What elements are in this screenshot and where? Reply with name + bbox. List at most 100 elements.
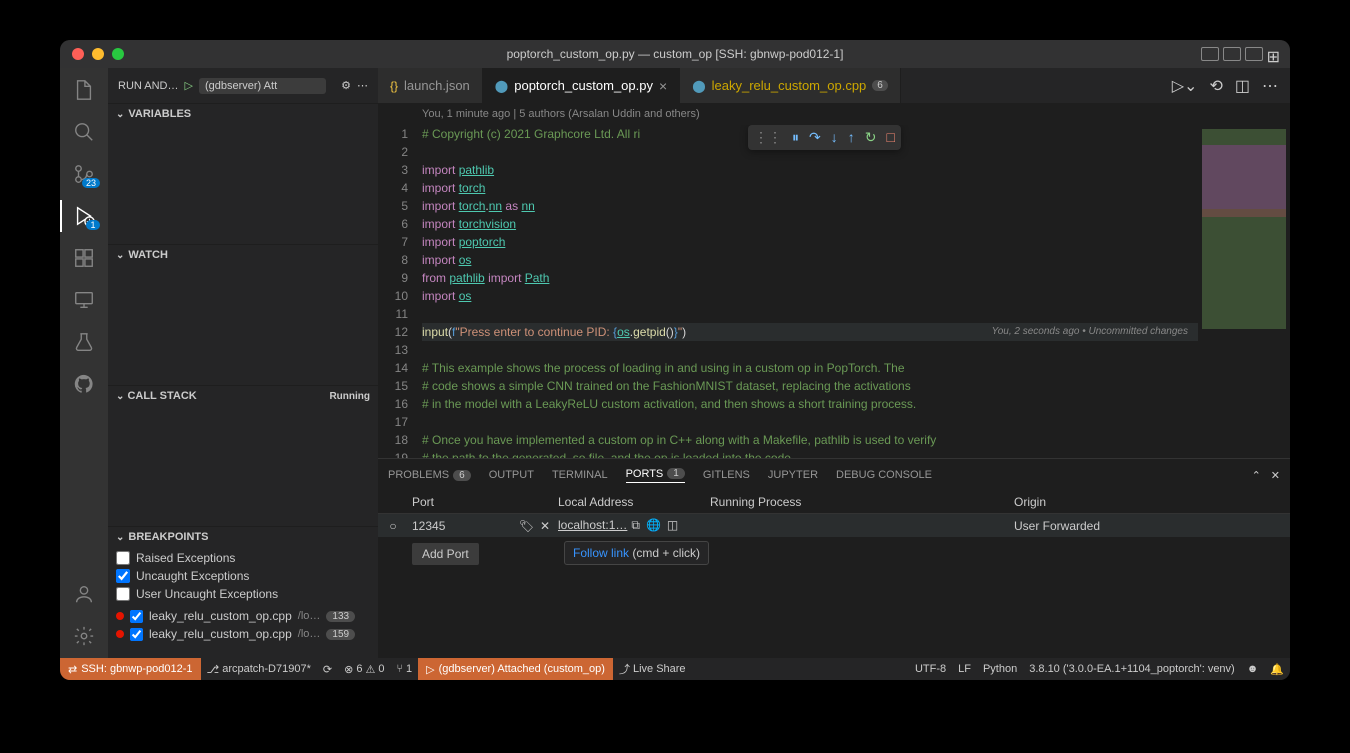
- tab-debug-console[interactable]: DEBUG CONSOLE: [836, 469, 932, 481]
- file-icon: {}: [390, 79, 398, 93]
- status-interpreter[interactable]: 3.8.10 ('3.0.0-EA.1+1104_poptorch': venv…: [1023, 663, 1241, 676]
- callstack-header[interactable]: ⌄ CALL STACK Running: [108, 386, 378, 406]
- breakpoint-check[interactable]: User Uncaught Exceptions: [108, 585, 378, 603]
- breakpoint-item[interactable]: leaky_relu_custom_op.cpp/lo…159: [108, 625, 378, 643]
- add-port-button[interactable]: Add Port: [412, 543, 479, 565]
- search-icon[interactable]: [72, 120, 96, 144]
- step-over-icon[interactable]: ↷: [809, 129, 821, 146]
- stop-icon[interactable]: □: [886, 129, 894, 146]
- status-debug[interactable]: ▷(gdbserver) Attached (custom_op): [418, 658, 613, 680]
- status-forks[interactable]: ⑂1: [390, 663, 418, 675]
- label-icon[interactable]: 🏷: [519, 519, 534, 533]
- settings-gear-icon[interactable]: [72, 624, 96, 648]
- status-feedback-icon[interactable]: ☻: [1241, 663, 1265, 676]
- col-port: Port: [408, 495, 558, 509]
- tab-problems[interactable]: PROBLEMS6: [388, 469, 471, 481]
- status-remote[interactable]: ⇄SSH: gbnwp-pod012-1: [60, 658, 201, 680]
- drag-handle-icon[interactable]: ⋮⋮: [754, 129, 782, 146]
- tab-ports[interactable]: PORTS1: [626, 468, 685, 483]
- split-editor-icon[interactable]: ◫: [1235, 76, 1250, 96]
- watch-header[interactable]: ⌄WATCH: [108, 245, 378, 265]
- layout-controls: ⊞: [1201, 47, 1280, 61]
- checkbox[interactable]: [116, 551, 130, 565]
- diff-icon[interactable]: ⟲: [1209, 76, 1222, 96]
- zoom-window-icon[interactable]: [112, 48, 124, 60]
- sidebar-header: RUN AND… ▷ (gdbserver) Att ⌄ ⚙ ⋯: [108, 68, 378, 103]
- checkbox[interactable]: [116, 569, 130, 583]
- gear-icon[interactable]: ⚙: [341, 79, 351, 92]
- fork-icon: ⑂: [396, 663, 403, 675]
- breakpoint-check[interactable]: Uncaught Exceptions: [108, 567, 378, 585]
- github-icon[interactable]: [72, 372, 96, 396]
- close-window-icon[interactable]: [72, 48, 84, 60]
- tab-output[interactable]: OUTPUT: [489, 469, 534, 481]
- extensions-icon[interactable]: [72, 246, 96, 270]
- tab-gitlens[interactable]: GITLENS: [703, 469, 750, 481]
- remove-port-icon[interactable]: ✕: [540, 519, 550, 533]
- callstack-state: Running: [329, 391, 370, 402]
- layout-sidebar-right-icon[interactable]: [1245, 47, 1263, 61]
- globe-icon[interactable]: 🌐: [646, 518, 661, 533]
- minimap[interactable]: [1198, 125, 1290, 458]
- layout-panel-icon[interactable]: [1223, 47, 1241, 61]
- status-eol[interactable]: LF: [952, 663, 977, 676]
- checkbox[interactable]: [130, 628, 143, 641]
- editor-area: {}launch.json⬤poptorch_custom_op.py×⬤lea…: [378, 68, 1290, 658]
- status-bell-icon[interactable]: 🔔: [1264, 663, 1290, 676]
- col-origin: Origin: [1014, 495, 1290, 509]
- status-lang[interactable]: Python: [977, 663, 1023, 676]
- run-debug-icon[interactable]: 1: [72, 204, 96, 228]
- status-branch[interactable]: ⎇arcpatch-D71907*: [201, 663, 317, 676]
- run-dropdown-icon[interactable]: ▷⌄: [1172, 76, 1198, 96]
- debug-config-select[interactable]: (gdbserver) Att: [199, 78, 326, 94]
- layout-customize-icon[interactable]: ⊞: [1267, 47, 1280, 61]
- checkbox[interactable]: [116, 587, 130, 601]
- col-proc: Running Process: [710, 495, 1014, 509]
- titlebar: poptorch_custom_op.py — custom_op [SSH: …: [60, 40, 1290, 68]
- layout-sidebar-left-icon[interactable]: [1201, 47, 1219, 61]
- editor-tab[interactable]: ⬤poptorch_custom_op.py×: [483, 68, 680, 103]
- editor-tab[interactable]: ⬤leaky_relu_custom_op.cpp6: [680, 68, 901, 103]
- copy-icon[interactable]: ⧉: [631, 518, 640, 533]
- local-address-link[interactable]: localhost:1…: [558, 518, 627, 532]
- start-debug-icon[interactable]: ▷: [185, 79, 193, 92]
- debug-toolbar: ⋮⋮ ⏸ ↷ ↓ ↑ ↻ □: [748, 125, 901, 150]
- source-control-icon[interactable]: 23: [72, 162, 96, 186]
- checkbox[interactable]: [130, 610, 143, 623]
- breakpoint-item[interactable]: leaky_relu_custom_op.cpp/lo…133: [108, 607, 378, 625]
- close-tab-icon[interactable]: ×: [659, 78, 667, 94]
- tab-jupyter[interactable]: JUPYTER: [768, 469, 818, 481]
- status-live-share[interactable]: ⤴Live Share: [613, 661, 692, 677]
- status-errors[interactable]: ⊗6 ⚠0: [338, 663, 390, 676]
- tab-terminal[interactable]: TERMINAL: [552, 469, 608, 481]
- explorer-icon[interactable]: [72, 78, 96, 102]
- port-row[interactable]: ○ 12345🏷✕ localhost:1…⧉🌐◫ User Forwarded: [378, 514, 1290, 537]
- testing-icon[interactable]: [72, 330, 96, 354]
- breakpoint-check[interactable]: Raised Exceptions: [108, 549, 378, 567]
- maximize-panel-icon[interactable]: ⌃: [1252, 469, 1261, 482]
- preview-icon[interactable]: ◫: [667, 518, 678, 533]
- accounts-icon[interactable]: [72, 582, 96, 606]
- step-into-icon[interactable]: ↓: [831, 129, 838, 146]
- file-icon: ⬤: [495, 79, 508, 93]
- editor-tab[interactable]: {}launch.json: [378, 68, 483, 103]
- restart-icon[interactable]: ↻: [865, 129, 877, 146]
- more-actions-icon[interactable]: ⋯: [1262, 76, 1278, 96]
- pause-icon[interactable]: ⏸: [792, 129, 799, 146]
- status-encoding[interactable]: UTF-8: [909, 663, 952, 676]
- debug-badge: 1: [86, 220, 100, 230]
- debug-icon: ▷: [426, 663, 434, 676]
- sync-icon: ⟳: [323, 663, 332, 676]
- code-editor[interactable]: ⋮⋮ ⏸ ↷ ↓ ↑ ↻ □ 1234567891011121314151617…: [378, 125, 1290, 458]
- minimize-window-icon[interactable]: [92, 48, 104, 60]
- more-icon[interactable]: ⋯: [357, 79, 368, 92]
- close-panel-icon[interactable]: ✕: [1271, 469, 1280, 482]
- status-sync[interactable]: ⟳: [317, 663, 338, 676]
- bottom-panel: PROBLEMS6 OUTPUT TERMINAL PORTS1 GITLENS…: [378, 458, 1290, 658]
- step-out-icon[interactable]: ↑: [848, 129, 855, 146]
- live-share-icon: ⤴: [619, 661, 630, 677]
- remote-explorer-icon[interactable]: [72, 288, 96, 312]
- variables-header[interactable]: ⌄VARIABLES: [108, 104, 378, 124]
- breakpoints-header[interactable]: ⌄BREAKPOINTS: [108, 527, 378, 547]
- code-content[interactable]: # Copyright (c) 2021 Graphcore Ltd. All …: [422, 125, 1198, 458]
